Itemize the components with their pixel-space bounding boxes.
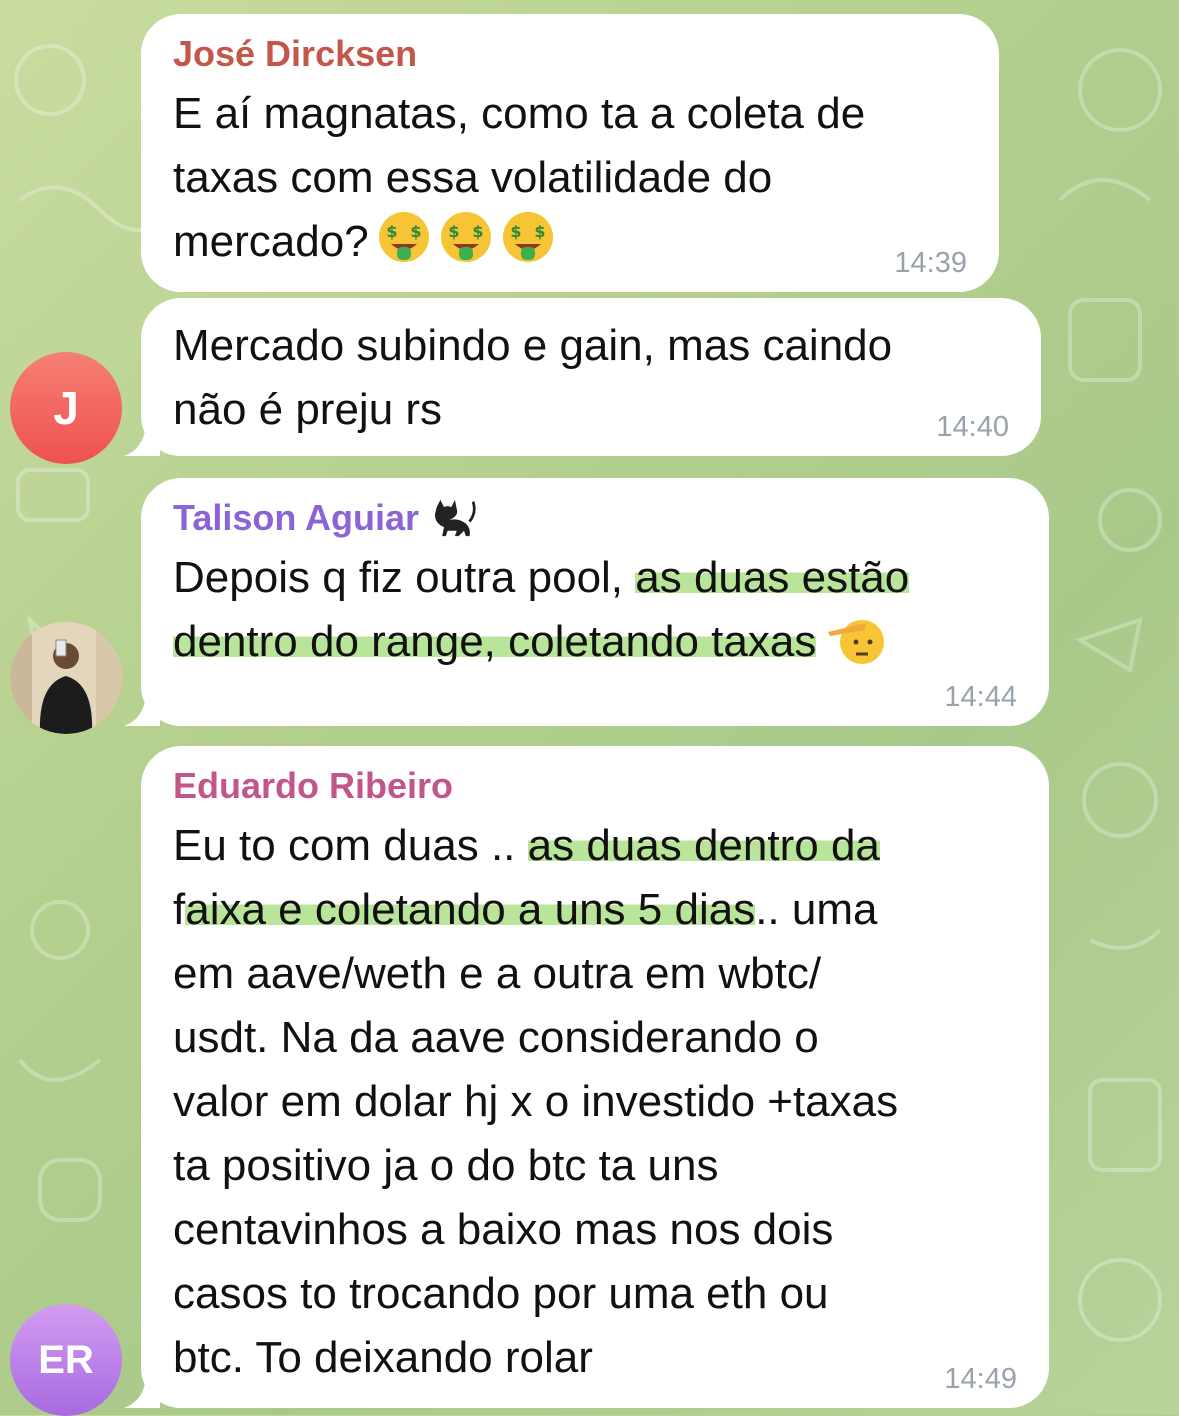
svg-text:$: $ [472,222,483,241]
bubble-tail [124,690,160,726]
sender-name[interactable]: José Dircksen [173,32,969,76]
money-mouth-face-icon: $ $ [440,212,491,262]
text-plain: .. uma [755,885,878,934]
black-cat-icon [434,499,476,537]
text-line: taxas com essa volatilidade do [173,153,773,202]
text-line: não é preju rs [173,385,443,434]
svg-text:$: $ [510,222,521,241]
message-bubble-talison[interactable]: Talison Aguiar Depois q fiz outra pool, … [141,478,1049,726]
message-bubble-jose[interactable]: José Dircksen E aí magnatas, como ta a c… [141,14,999,292]
svg-text:$: $ [448,222,459,241]
sender-name-text: Talison Aguiar [173,497,420,538]
message-time: 14:40 [936,411,1009,443]
text-line: ta positivo ja o do btc ta uns [173,1141,719,1190]
svg-text:$: $ [410,222,421,241]
text-plain: Eu to com duas .. [173,821,528,870]
sender-name[interactable]: Eduardo Ribeiro [173,764,1019,808]
text-line: btc. To deixando rolar [173,1333,593,1382]
message-time: 14:49 [944,1363,1017,1395]
message-text: Mercado subindo e gain, mas caindo não é … [173,314,1011,442]
text-line: em aave/weth e a outra em wbtc/ [173,949,822,998]
person-photo-icon [10,622,122,734]
svg-text:$: $ [534,222,545,241]
text-plain: Depois q fiz outra pool, [173,553,636,602]
message-bubble-j[interactable]: Mercado subindo e gain, mas caindo não é … [141,298,1041,456]
text-line: centavinhos a baixo mas nos dois [173,1205,834,1254]
saluting-face-icon [828,620,885,664]
avatar-photo[interactable] [10,622,122,734]
bubble-tail [124,1372,160,1408]
sender-name[interactable]: Talison Aguiar [173,496,1019,540]
highlighted-text: as duas dentro da [527,821,880,870]
text-line: Mercado subindo e gain, mas caindo [173,321,893,370]
text-line: usdt. Na da aave considerando o [173,1013,819,1062]
text-line: valor em dolar hj x o investido +taxas [173,1077,899,1126]
avatar-initials: ER [38,1337,94,1382]
avatar[interactable]: J [10,352,122,464]
money-mouth-face-icon: $ $ [502,212,553,262]
message-bubble-eduardo[interactable]: Eduardo Ribeiro Eu to com duas .. as dua… [141,746,1049,1408]
avatar-initials: J [53,382,79,434]
highlighted-text: dentro do range, coletando taxas [173,617,817,666]
text-line: casos to trocando por uma eth ou [173,1269,829,1318]
highlighted-text: as duas estão [635,553,910,602]
message-time: 14:44 [944,681,1017,713]
bubble-tail [124,420,160,456]
message-text: Depois q fiz outra pool, as duas estão de… [173,546,1019,674]
message-text: E aí magnatas, como ta a coleta de taxas … [173,82,969,274]
avatar[interactable]: ER [10,1304,122,1416]
highlighted-text: aixa e coletando a uns 5 dias [185,885,756,934]
message-time: 14:39 [894,247,967,279]
text-plain: f [173,885,186,934]
svg-text:$: $ [386,222,397,241]
text-line: E aí magnatas, como ta a coleta de [173,89,866,138]
text-line: mercado? [173,217,369,266]
money-mouth-face-icon: $ $ [378,212,429,262]
message-text: Eu to com duas .. as duas dentro da faixa… [173,814,1019,1390]
